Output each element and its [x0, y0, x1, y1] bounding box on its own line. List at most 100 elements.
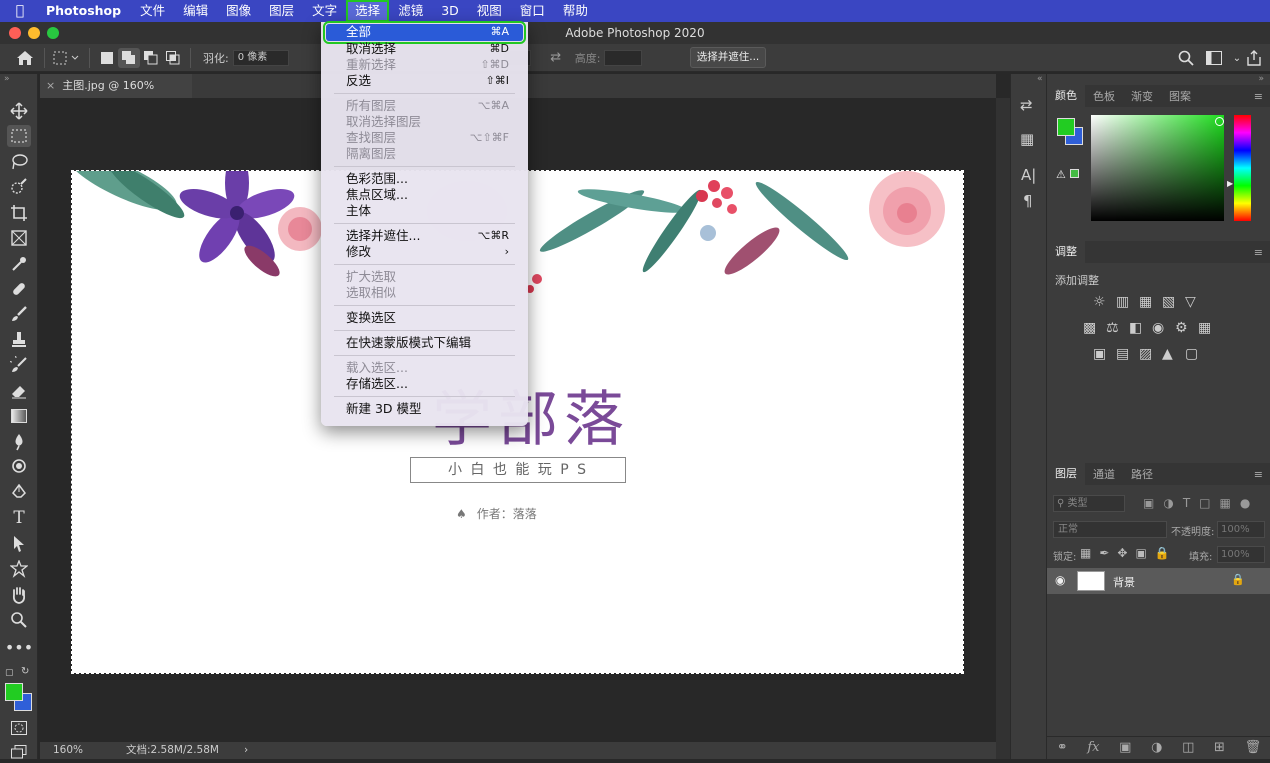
pixel-filter-icon[interactable]: ▣: [1143, 496, 1154, 510]
add-to-selection-icon[interactable]: [118, 47, 140, 68]
select-menu-item[interactable]: 焦点区域...: [326, 187, 523, 203]
tab-patterns[interactable]: 图案: [1161, 88, 1199, 104]
more-tools-icon[interactable]: •••: [5, 636, 33, 658]
minimize-window-button[interactable]: [28, 27, 40, 39]
history-brush-tool-icon[interactable]: [7, 354, 31, 376]
tab-layers[interactable]: 图层: [1047, 463, 1085, 485]
menu-file[interactable]: 文件: [131, 0, 174, 22]
quick-mask-icon[interactable]: [7, 717, 31, 739]
hue-slider[interactable]: [1234, 115, 1251, 221]
lock-artboard-icon[interactable]: ▣: [1135, 546, 1146, 560]
filter-toggle-icon[interactable]: ●: [1240, 496, 1250, 510]
collapse-icon[interactable]: «: [1037, 74, 1043, 84]
collapse-icon[interactable]: »: [1258, 74, 1264, 84]
zoom-level[interactable]: 160%: [53, 742, 83, 759]
crop-tool-icon[interactable]: [7, 202, 31, 224]
swap-colors-icon[interactable]: ↻: [21, 666, 29, 677]
select-menu-item[interactable]: 反选 ⇧⌘I: [326, 73, 523, 89]
tab-adjustments[interactable]: 调整: [1047, 241, 1085, 263]
home-icon[interactable]: [12, 48, 38, 68]
visibility-eye-icon[interactable]: ◉: [1055, 573, 1065, 587]
menu-select[interactable]: 选择: [346, 0, 390, 22]
custom-shape-tool-icon[interactable]: [7, 558, 31, 580]
fill-input[interactable]: 100%: [1217, 546, 1265, 563]
menu-image[interactable]: 图像: [217, 0, 260, 22]
apple-icon[interactable]: : [0, 3, 40, 19]
lock-position-icon[interactable]: ✥: [1117, 546, 1127, 560]
eyedropper-tool-icon[interactable]: [7, 253, 31, 275]
clone-stamp-tool-icon[interactable]: [7, 329, 31, 351]
foreground-color-swatch[interactable]: [1057, 118, 1075, 136]
lock-paint-icon[interactable]: ✒: [1099, 546, 1109, 560]
new-adjustment-layer-icon[interactable]: ◑: [1151, 740, 1162, 755]
quick-selection-tool-icon[interactable]: [7, 176, 31, 198]
levels-icon[interactable]: ▥: [1116, 294, 1139, 310]
move-tool-icon[interactable]: [7, 100, 31, 122]
add-mask-icon[interactable]: ▣: [1119, 740, 1131, 755]
document-tab[interactable]: ×主图.jpg @ 160%(RGB/8): [40, 74, 192, 116]
tab-color[interactable]: 颜色: [1047, 85, 1085, 107]
layer-filter-select[interactable]: ⚲ 类型: [1053, 495, 1125, 512]
brush-tool-icon[interactable]: [7, 303, 31, 325]
select-menu-item[interactable]: 存储选区...: [326, 376, 523, 392]
character-panel-icon[interactable]: A|: [1021, 166, 1036, 184]
menu-type[interactable]: 文字: [303, 0, 346, 22]
hue-saturation-icon[interactable]: ▩: [1083, 320, 1106, 336]
tab-swatches[interactable]: 色板: [1085, 88, 1123, 104]
smart-object-filter-icon[interactable]: ▦: [1220, 496, 1231, 510]
pen-tool-icon[interactable]: [7, 482, 31, 504]
history-panel-icon[interactable]: ⇄: [1020, 96, 1033, 114]
screen-mode-icon[interactable]: [7, 741, 31, 763]
close-window-button[interactable]: [9, 27, 21, 39]
zoom-tool-icon[interactable]: [7, 609, 31, 631]
gradient-map-icon[interactable]: ▢: [1185, 346, 1208, 362]
gamut-swatch[interactable]: [1070, 169, 1079, 178]
default-colors-icon[interactable]: ▢: [5, 668, 14, 678]
app-menu[interactable]: Photoshop: [40, 0, 131, 22]
marquee-preset-picker[interactable]: [51, 48, 83, 68]
select-menu-item[interactable]: 全部 ⌘A: [323, 21, 526, 44]
threshold-icon[interactable]: ▨: [1139, 346, 1162, 362]
select-and-mask-button[interactable]: 选择并遮住...: [690, 47, 766, 68]
menu-edit[interactable]: 编辑: [174, 0, 217, 22]
black-white-icon[interactable]: ◧: [1129, 320, 1152, 336]
posterize-icon[interactable]: ▤: [1116, 346, 1139, 362]
opacity-input[interactable]: 100%: [1217, 521, 1265, 538]
expand-icon[interactable]: »: [4, 74, 10, 84]
select-menu-item[interactable]: 选择并遮住... ⌥⌘R: [326, 228, 523, 244]
brightness-icon[interactable]: ☼: [1093, 294, 1116, 310]
tab-paths[interactable]: 路径: [1123, 466, 1161, 482]
menu-help[interactable]: 帮助: [554, 0, 597, 22]
blend-mode-select[interactable]: 正常: [1053, 521, 1167, 538]
lasso-tool-icon[interactable]: [7, 151, 31, 173]
new-group-icon[interactable]: ◫: [1182, 740, 1194, 755]
shape-filter-icon[interactable]: □: [1199, 496, 1210, 510]
vertical-scrollbar[interactable]: [996, 98, 1010, 759]
delete-layer-icon[interactable]: 🗑: [1245, 740, 1262, 755]
type-tool-icon[interactable]: T: [7, 507, 31, 529]
path-selection-tool-icon[interactable]: [7, 533, 31, 555]
menu-filter[interactable]: 滤镜: [389, 0, 432, 22]
workspace-icon[interactable]: [1203, 48, 1225, 68]
channel-mixer-icon[interactable]: ⚙: [1175, 320, 1198, 336]
panel-menu-icon[interactable]: ≡: [1246, 468, 1270, 481]
select-menu-item[interactable]: 在快速蒙版模式下编辑: [326, 335, 523, 351]
select-menu-item[interactable]: 取消选择 ⌘D: [326, 41, 523, 57]
zoom-window-button[interactable]: [47, 27, 59, 39]
color-field[interactable]: [1091, 115, 1224, 221]
height-input[interactable]: [604, 49, 643, 66]
tab-channels[interactable]: 通道: [1085, 466, 1123, 482]
new-layer-icon[interactable]: ⊞: [1214, 740, 1225, 755]
select-menu-item[interactable]: 修改 ›: [326, 244, 523, 260]
color-picker-handle[interactable]: [1215, 117, 1224, 126]
photo-filter-icon[interactable]: ◉: [1152, 320, 1175, 336]
layer-row[interactable]: ◉ 背景 🔒: [1047, 568, 1270, 594]
color-lookup-icon[interactable]: ▦: [1198, 320, 1221, 336]
chevron-right-icon[interactable]: ›: [244, 742, 248, 759]
menu-view[interactable]: 视图: [468, 0, 511, 22]
adjustment-filter-icon[interactable]: ◑: [1163, 496, 1173, 510]
properties-panel-icon[interactable]: ▦: [1020, 130, 1034, 148]
close-tab-icon[interactable]: ×: [46, 79, 55, 92]
blur-tool-icon[interactable]: [7, 431, 31, 453]
hand-tool-icon[interactable]: [7, 584, 31, 606]
